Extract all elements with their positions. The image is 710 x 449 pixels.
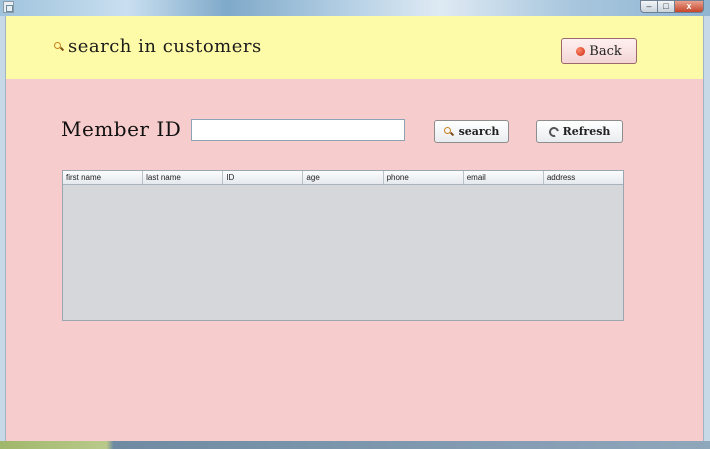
table-header: first name last name ID age phone email … <box>63 171 623 185</box>
search-button-label: search <box>458 125 500 138</box>
column-header-address[interactable]: address <box>544 171 623 184</box>
search-icon <box>54 41 64 52</box>
back-button[interactable]: Back <box>561 38 637 64</box>
column-header-last-name[interactable]: last name <box>143 171 224 184</box>
search-button[interactable]: search <box>434 120 509 143</box>
close-button[interactable]: x <box>674 0 704 13</box>
search-icon <box>443 126 454 137</box>
minimize-button[interactable]: – <box>640 0 658 13</box>
maximize-button[interactable]: □ <box>657 0 675 13</box>
app-icon <box>3 1 14 13</box>
refresh-button[interactable]: Refresh <box>536 120 623 143</box>
window-frame: search in customers Back Member ID searc… <box>0 16 710 449</box>
member-id-input[interactable] <box>191 119 405 141</box>
customers-table[interactable]: first name last name ID age phone email … <box>62 170 624 321</box>
column-header-phone[interactable]: phone <box>384 171 464 184</box>
header-panel: search in customers Back <box>6 16 703 79</box>
page-title-text: search in customers <box>68 36 262 57</box>
window-controls: – □ x <box>640 0 704 14</box>
column-header-email[interactable]: email <box>464 171 544 184</box>
page-title: search in customers <box>54 36 262 57</box>
refresh-icon <box>546 124 561 139</box>
taskbar-strip <box>0 441 710 449</box>
back-icon <box>576 46 586 56</box>
member-id-label: Member ID <box>61 117 182 141</box>
column-header-id[interactable]: ID <box>223 171 304 184</box>
refresh-button-label: Refresh <box>562 125 611 138</box>
back-button-label: Back <box>589 43 622 59</box>
column-header-first-name[interactable]: first name <box>63 171 144 184</box>
content-panel: search in customers Back Member ID searc… <box>5 16 704 443</box>
column-header-age[interactable]: age <box>303 171 384 184</box>
window-titlebar: – □ x <box>0 0 710 16</box>
